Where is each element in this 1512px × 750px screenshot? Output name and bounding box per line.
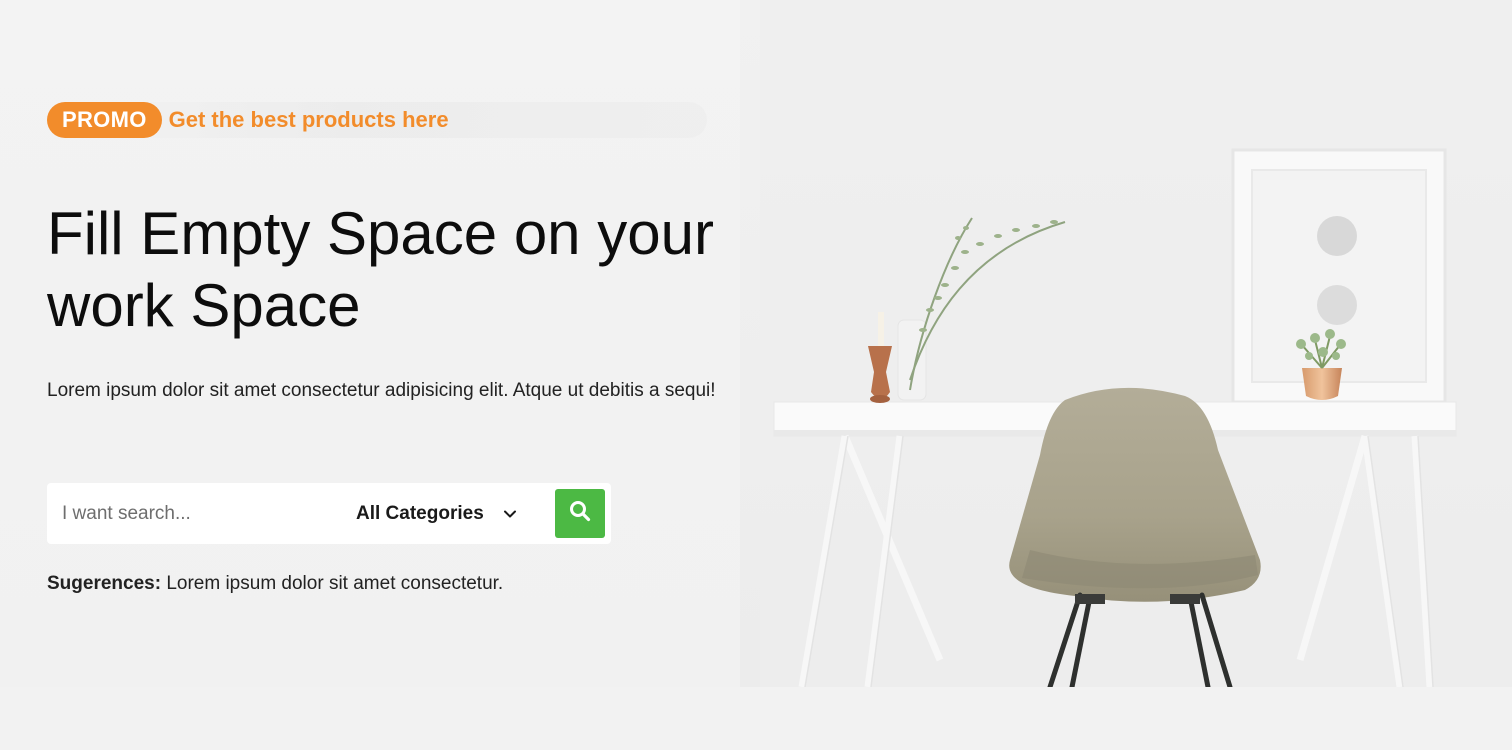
- suggestions: Sugerences: Lorem ipsum dolor sit amet c…: [47, 573, 503, 595]
- picture-frame: [1231, 148, 1447, 404]
- search-bar: All Categories: [47, 483, 611, 544]
- hero-section: PROMO Get the best products here Fill Em…: [0, 0, 1512, 687]
- chevron-down-icon: [502, 506, 518, 522]
- suggestions-label: Sugerences:: [47, 573, 162, 594]
- category-label: All Categories: [356, 502, 484, 524]
- search-icon: [569, 500, 591, 527]
- workspace-illustration: [740, 0, 1512, 687]
- promo-badge: PROMO: [47, 102, 162, 138]
- search-button[interactable]: [555, 489, 605, 538]
- category-dropdown[interactable]: All Categories: [356, 503, 518, 525]
- hero-image: [740, 0, 1512, 687]
- search-input[interactable]: [60, 501, 344, 526]
- hero-description: Lorem ipsum dolor sit amet consectetur a…: [47, 380, 716, 401]
- section-divider: [0, 687, 1512, 750]
- page-title: Fill Empty Space on your work Space: [47, 200, 714, 339]
- promo-banner: PROMO Get the best products here: [47, 102, 707, 138]
- promo-text: Get the best products here: [168, 107, 449, 132]
- suggestions-text: Lorem ipsum dolor sit amet consectetur.: [166, 573, 504, 594]
